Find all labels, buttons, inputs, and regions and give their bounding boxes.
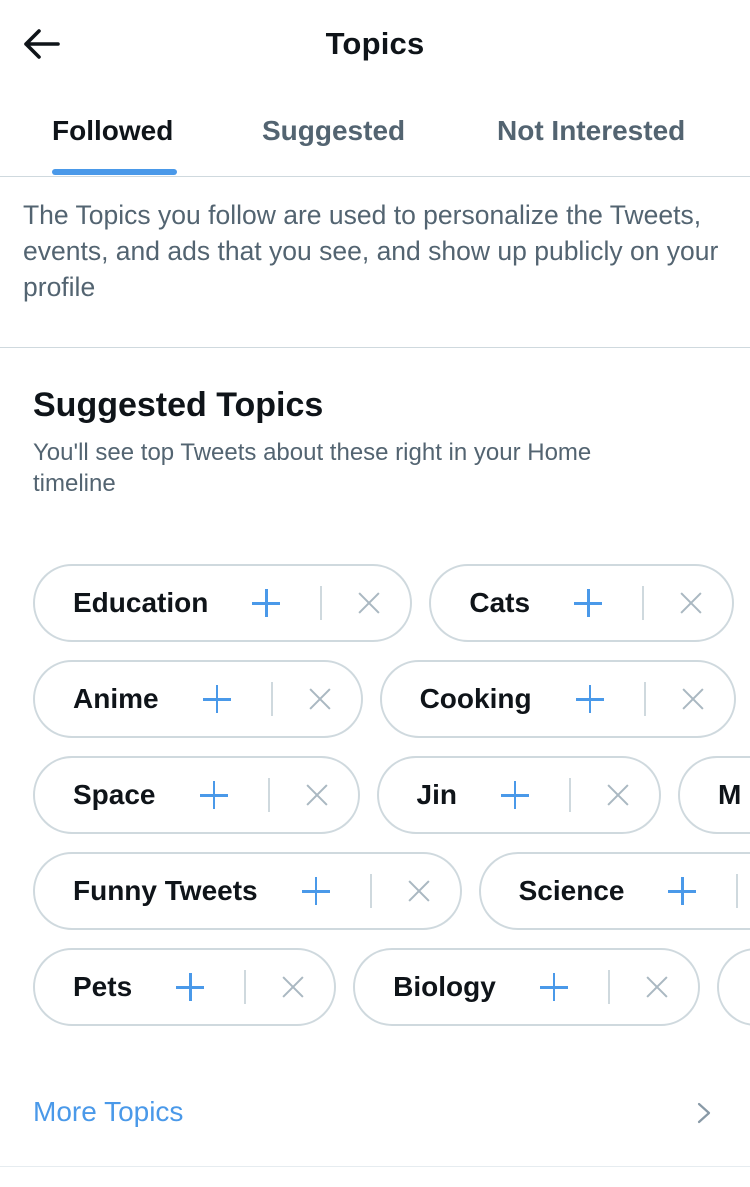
close-icon[interactable] — [306, 784, 328, 806]
chip-row: Pets Biology — [33, 948, 750, 1028]
topic-chips: Education Cats Anime Cooking Space Jin M… — [0, 564, 750, 1034]
close-icon[interactable] — [646, 976, 668, 998]
topic-label: Science — [518, 875, 625, 906]
chip-separator — [643, 682, 646, 716]
topic-label: Pets — [73, 971, 133, 1002]
topic-label: Cats — [469, 587, 531, 618]
chip-separator — [607, 970, 610, 1004]
topic-label: Biology — [393, 971, 496, 1002]
topic-chip: Biology — [353, 948, 700, 1026]
topic-chip: Cats — [429, 564, 735, 642]
close-icon[interactable] — [408, 880, 430, 902]
header: Topics — [0, 0, 750, 90]
topic-label: Funny Tweets — [73, 875, 258, 906]
suggested-topics-subtitle: You'll see top Tweets about these right … — [33, 439, 592, 497]
topic-chip: Anime — [33, 660, 363, 738]
topic-chip: Cooking — [379, 660, 736, 738]
plus-icon[interactable] — [500, 781, 529, 809]
chip-separator — [369, 874, 372, 908]
topic-label: M — [717, 779, 742, 810]
topic-chip — [716, 948, 750, 1026]
chip-separator — [642, 586, 645, 620]
close-icon[interactable] — [282, 976, 304, 998]
tab-suggested[interactable]: Suggested — [262, 115, 405, 147]
plus-icon[interactable] — [574, 589, 603, 617]
close-icon[interactable] — [309, 688, 331, 710]
topic-chip: Jin — [376, 756, 661, 834]
chip-separator — [320, 586, 323, 620]
topics-description: The Topics you follow are used to person… — [23, 200, 719, 302]
tab-followed[interactable]: Followed — [52, 115, 173, 147]
close-icon[interactable] — [682, 688, 704, 710]
plus-icon[interactable] — [199, 781, 228, 809]
chip-separator — [270, 682, 273, 716]
close-icon[interactable] — [358, 592, 380, 614]
plus-icon[interactable] — [301, 877, 330, 905]
tab-not-interested[interactable]: Not Interested — [497, 115, 685, 147]
chip-separator — [736, 874, 739, 908]
plus-icon[interactable] — [252, 589, 281, 617]
close-icon[interactable] — [680, 592, 702, 614]
topic-chip: Pets — [33, 948, 337, 1026]
topic-label: Jin — [416, 779, 457, 810]
plus-icon[interactable] — [202, 685, 231, 713]
more-topics-link[interactable]: More Topics — [0, 1062, 750, 1166]
chip-separator — [568, 778, 571, 812]
plus-icon[interactable] — [176, 973, 205, 1001]
topic-chip: Education — [33, 564, 413, 642]
plus-icon[interactable] — [575, 685, 604, 713]
chip-row: Education Cats — [33, 564, 735, 644]
divider — [0, 1166, 750, 1167]
suggested-topics-title: Suggested Topics — [33, 386, 324, 424]
close-icon[interactable] — [607, 784, 629, 806]
chip-separator — [244, 970, 247, 1004]
topic-label: Education — [73, 587, 209, 618]
chevron-right-icon — [697, 1102, 711, 1124]
divider — [0, 347, 750, 348]
chip-row: Anime Cooking — [33, 660, 736, 740]
topic-label: Cooking — [419, 683, 532, 714]
chip-separator — [267, 778, 270, 812]
topic-chip: M — [677, 756, 750, 834]
plus-icon[interactable] — [668, 877, 697, 905]
chip-row: Funny Tweets Science — [33, 852, 750, 932]
more-topics-label: More Topics — [33, 1096, 184, 1127]
page-title: Topics — [325, 26, 425, 61]
active-tab-indicator — [52, 169, 177, 175]
topic-label: Space — [73, 779, 156, 810]
topic-label: Anime — [73, 683, 159, 714]
chip-row: Space Jin M — [33, 756, 750, 836]
topic-chip: Science — [478, 852, 750, 930]
topic-chip: Space — [33, 756, 360, 834]
plus-icon[interactable] — [539, 973, 568, 1001]
tab-bar: Followed Suggested Not Interested — [0, 95, 750, 177]
topic-chip: Funny Tweets — [33, 852, 462, 930]
